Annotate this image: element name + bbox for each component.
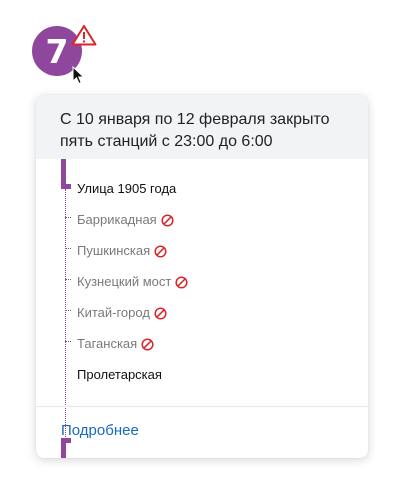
station-name: Китай-город — [77, 305, 150, 320]
station-tick-closed — [65, 248, 71, 249]
station-name: Пролетарская — [77, 367, 162, 382]
line-number: 7 — [45, 31, 69, 71]
station-item-closed: Китай-город — [77, 305, 167, 321]
no-entry-icon — [154, 244, 167, 258]
closure-popup: С 10 января по 12 февраля закрыто пять с… — [36, 95, 368, 458]
station-name: Таганская — [77, 336, 138, 351]
more-details-link[interactable]: Подробнее — [61, 422, 139, 439]
no-entry-icon — [154, 306, 167, 320]
notice-line-2: пять станций с 23:00 до 6:00 — [60, 133, 273, 150]
route-diagram: Улица 1905 года Баррикадная Пушкинская К… — [36, 159, 368, 458]
station-tick-closed — [65, 341, 71, 342]
station-item-closed: Таганская — [77, 336, 154, 352]
station-item-closed: Баррикадная — [77, 212, 174, 228]
warning-triangle-icon — [71, 25, 97, 46]
station-name: Улица 1905 года — [77, 181, 177, 196]
no-entry-icon — [175, 275, 188, 289]
station-tick-closed — [65, 217, 71, 218]
line-segment-closed — [65, 189, 66, 441]
no-entry-icon — [141, 337, 154, 351]
no-entry-icon — [161, 213, 174, 227]
closure-notice: С 10 января по 12 февраля закрыто пять с… — [36, 95, 368, 159]
divider — [36, 406, 368, 407]
station-tick-closed — [65, 310, 71, 311]
station-tick-closed — [65, 279, 71, 280]
station-item: Пролетарская — [77, 367, 162, 383]
notice-line-1: С 10 января по 12 февраля закрыто — [60, 111, 330, 128]
station-item-closed: Пушкинская — [77, 243, 167, 259]
station-item-closed: Кузнецкий мост — [77, 274, 188, 290]
line-segment-open-bottom — [61, 438, 66, 458]
station-name: Пушкинская — [77, 243, 151, 258]
station-tick-open-top — [61, 184, 71, 189]
station-name: Кузнецкий мост — [77, 274, 172, 289]
station-item: Улица 1905 года — [77, 181, 176, 197]
station-name: Баррикадная — [77, 212, 157, 227]
mouse-cursor-icon — [72, 66, 85, 85]
